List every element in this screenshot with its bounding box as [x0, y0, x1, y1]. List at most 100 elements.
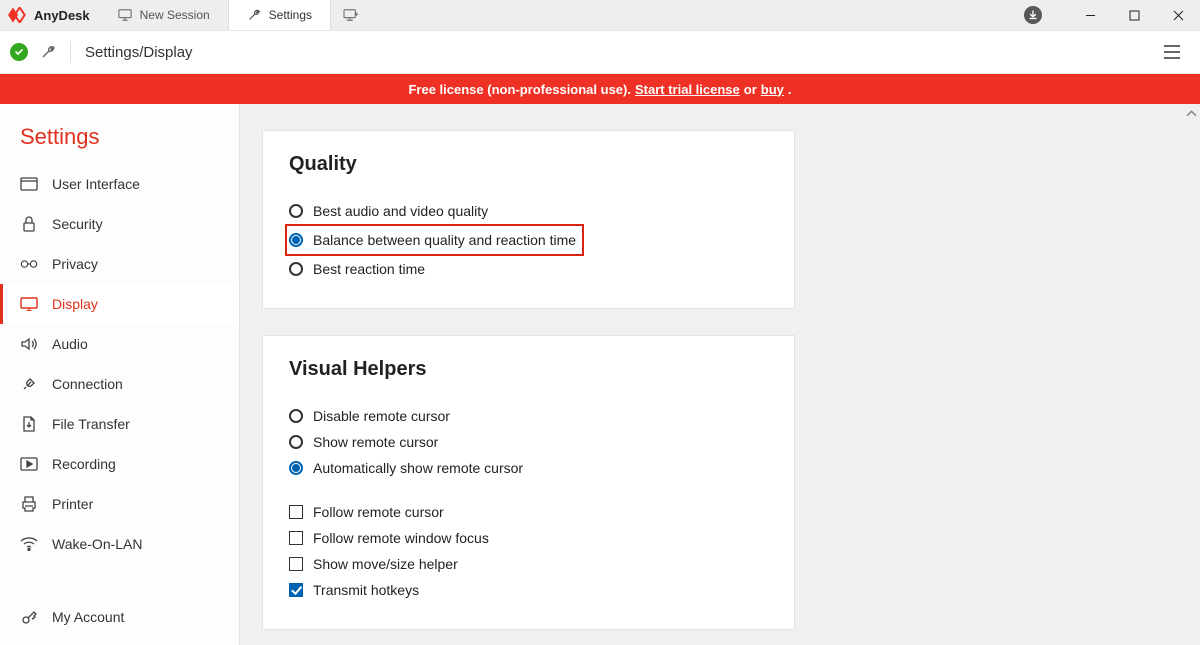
sidebar-item-label: Privacy: [52, 256, 98, 272]
breadcrumb: Settings/Display: [85, 44, 193, 61]
tab-new-session[interactable]: New Session: [100, 0, 229, 30]
start-trial-link[interactable]: Start trial license: [635, 82, 740, 97]
sidebar-item-label: Security: [52, 216, 103, 232]
radio-icon: [289, 233, 303, 247]
sidebar-item-display[interactable]: Display: [0, 284, 239, 324]
quality-option-balance[interactable]: Balance between quality and reaction tim…: [289, 227, 576, 253]
sidebar-item-label: My Account: [52, 609, 124, 625]
quality-section: Quality Best audio and video quality Bal…: [262, 130, 795, 309]
radio-icon: [289, 461, 303, 475]
wifi-icon: [20, 537, 38, 551]
visual-check-follow-cursor[interactable]: Follow remote cursor: [289, 499, 768, 525]
key-icon: [20, 609, 38, 625]
checkbox-icon: [289, 557, 303, 571]
option-label: Follow remote cursor: [313, 504, 444, 520]
checkbox-icon: [289, 505, 303, 519]
app-name: AnyDesk: [34, 8, 90, 23]
new-tab-button[interactable]: [331, 0, 371, 30]
buy-link[interactable]: buy: [761, 82, 784, 97]
visual-check-follow-window[interactable]: Follow remote window focus: [289, 525, 768, 551]
sidebar-item-wake-on-lan[interactable]: Wake-On-LAN: [0, 524, 239, 564]
divider: [70, 41, 71, 63]
tab-label: Settings: [269, 8, 312, 22]
sidebar-item-my-account[interactable]: My Account: [0, 597, 239, 637]
option-label: Show move/size helper: [313, 556, 458, 572]
speaker-icon: [20, 337, 38, 351]
scrollbar[interactable]: [1183, 104, 1200, 645]
sidebar-item-security[interactable]: Security: [0, 204, 239, 244]
sidebar-item-label: File Transfer: [52, 416, 130, 432]
settings-content: Quality Best audio and video quality Bal…: [240, 104, 1200, 645]
radio-icon: [289, 435, 303, 449]
printer-icon: [20, 496, 38, 512]
sidebar-item-file-transfer[interactable]: File Transfer: [0, 404, 239, 444]
option-label: Show remote cursor: [313, 434, 438, 450]
checkbox-icon: [289, 531, 303, 545]
record-icon: [20, 457, 38, 471]
tab-label: New Session: [140, 8, 210, 22]
sidebar-item-user-interface[interactable]: User Interface: [0, 164, 239, 204]
minimize-button[interactable]: [1068, 0, 1112, 30]
option-label: Best reaction time: [313, 261, 425, 277]
scroll-up-icon[interactable]: [1186, 108, 1197, 119]
sidebar-item-label: Connection: [52, 376, 123, 392]
wrench-icon[interactable]: [40, 44, 56, 60]
section-title: Quality: [289, 153, 768, 176]
sidebar-item-label: Wake-On-LAN: [52, 536, 143, 552]
sidebar-item-audio[interactable]: Audio: [0, 324, 239, 364]
option-label: Best audio and video quality: [313, 203, 488, 219]
visual-helpers-section: Visual Helpers Disable remote cursor Sho…: [262, 335, 795, 630]
option-label: Follow remote window focus: [313, 530, 489, 546]
tab-settings[interactable]: Settings: [229, 0, 331, 30]
sidebar-title: Settings: [0, 116, 239, 164]
visual-check-hotkeys[interactable]: Transmit hotkeys: [289, 577, 768, 603]
sidebar-item-connection[interactable]: Connection: [0, 364, 239, 404]
monitor-plus-icon: [343, 8, 359, 22]
visual-check-move-size[interactable]: Show move/size helper: [289, 551, 768, 577]
plug-icon: [20, 376, 38, 392]
section-title: Visual Helpers: [289, 358, 768, 381]
quality-option-best-reaction[interactable]: Best reaction time: [289, 256, 768, 282]
visual-radio-disable[interactable]: Disable remote cursor: [289, 403, 768, 429]
titlebar: AnyDesk New Session Settings: [0, 0, 1200, 30]
quality-option-best-av[interactable]: Best audio and video quality: [289, 198, 768, 224]
sidebar-item-privacy[interactable]: Privacy: [0, 244, 239, 284]
sidebar-item-printer[interactable]: Printer: [0, 484, 239, 524]
highlighted-option: Balance between quality and reaction tim…: [285, 224, 584, 256]
radio-icon: [289, 262, 303, 276]
license-banner: Free license (non-professional use). Sta…: [0, 74, 1200, 104]
banner-lead: Free license (non-professional use).: [408, 82, 631, 97]
settings-sidebar: Settings User Interface Security Privacy…: [0, 104, 240, 645]
menu-button[interactable]: [1158, 38, 1186, 66]
lock-icon: [20, 216, 38, 232]
file-icon: [20, 416, 38, 432]
monitor-icon: [118, 8, 132, 22]
sidebar-item-recording[interactable]: Recording: [0, 444, 239, 484]
banner-or: or: [744, 82, 757, 97]
toolbar: Settings/Display: [0, 30, 1200, 74]
visual-radio-show[interactable]: Show remote cursor: [289, 429, 768, 455]
option-label: Automatically show remote cursor: [313, 460, 523, 476]
radio-icon: [289, 409, 303, 423]
sidebar-item-label: User Interface: [52, 176, 140, 192]
window-controls: [1024, 0, 1200, 30]
download-status-icon[interactable]: [1024, 6, 1042, 24]
option-label: Balance between quality and reaction tim…: [313, 232, 576, 248]
anydesk-logo-icon: [8, 7, 28, 23]
visual-radio-auto[interactable]: Automatically show remote cursor: [289, 455, 768, 481]
status-ok-icon: [10, 43, 28, 61]
close-button[interactable]: [1156, 0, 1200, 30]
glasses-icon: [20, 259, 38, 269]
maximize-button[interactable]: [1112, 0, 1156, 30]
option-label: Disable remote cursor: [313, 408, 450, 424]
sidebar-item-label: Recording: [52, 456, 116, 472]
display-icon: [20, 297, 38, 311]
ui-icon: [20, 177, 38, 191]
option-label: Transmit hotkeys: [313, 582, 419, 598]
sidebar-item-label: Audio: [52, 336, 88, 352]
wrench-icon: [247, 8, 261, 22]
sidebar-item-label: Display: [52, 296, 98, 312]
banner-tail: .: [788, 82, 792, 97]
checkbox-icon: [289, 583, 303, 597]
radio-icon: [289, 204, 303, 218]
